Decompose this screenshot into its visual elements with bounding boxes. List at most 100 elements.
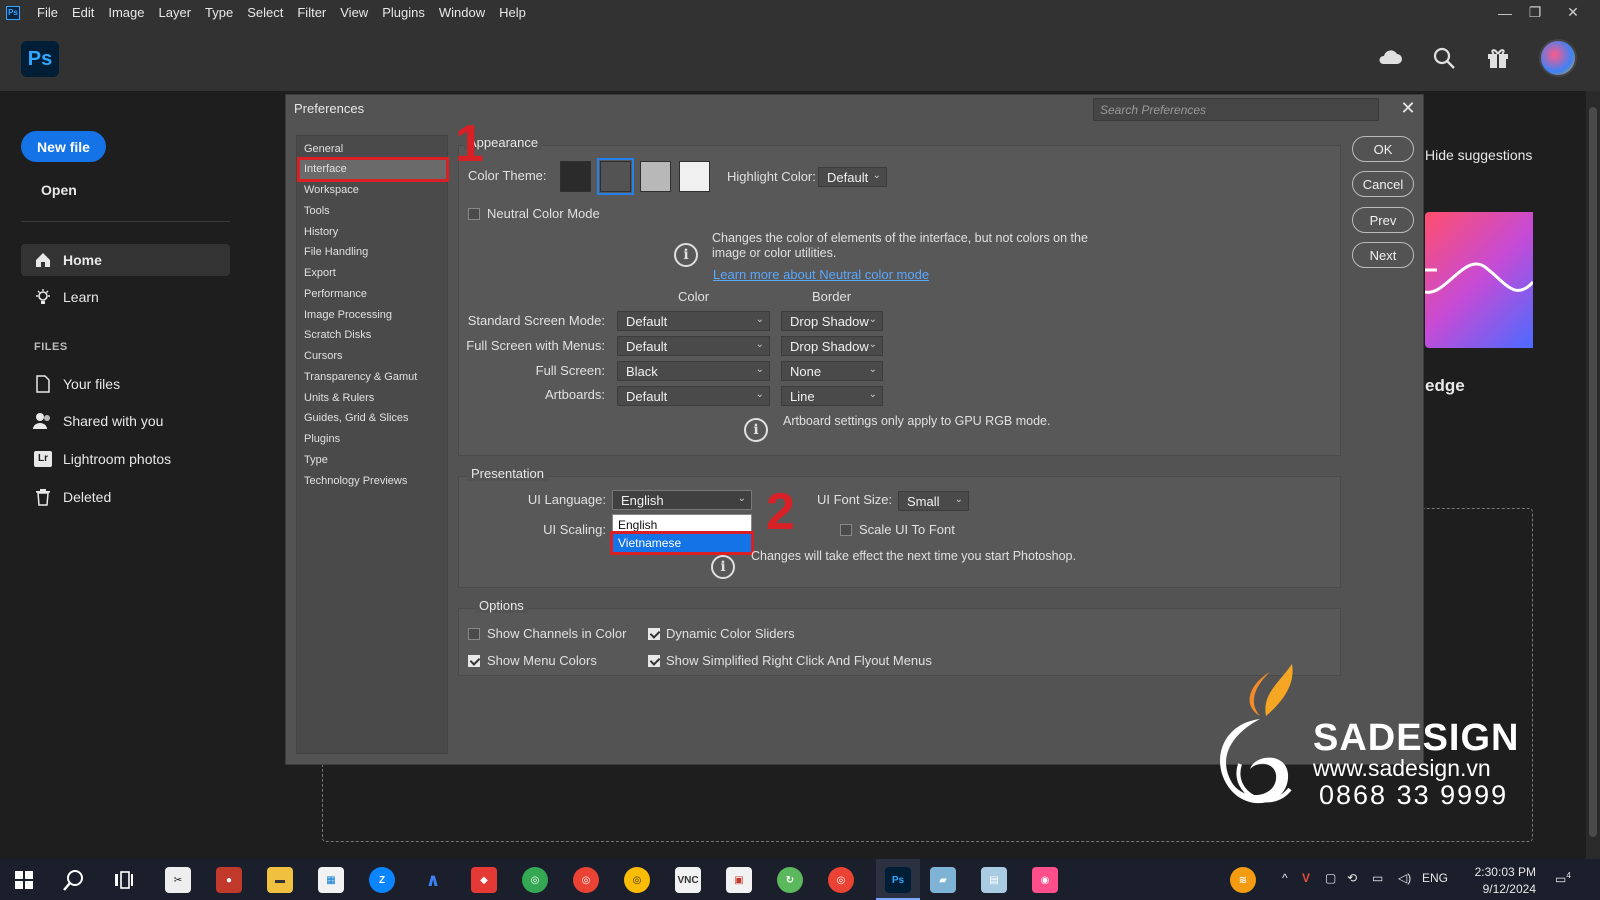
chrome-profile-1-icon[interactable]: ◎ [522, 867, 548, 893]
sidebar-item-your-files[interactable]: Your files [21, 368, 230, 400]
app-notes-icon[interactable]: ▰ [930, 867, 956, 893]
scale-ui-checkbox[interactable] [840, 524, 852, 536]
simplified-menus-checkbox[interactable] [648, 655, 660, 667]
category-transparency[interactable]: Transparency & Gamut [300, 368, 446, 387]
category-image-processing[interactable]: Image Processing [300, 306, 446, 325]
menu-help[interactable]: Help [492, 5, 533, 20]
theme-swatch-darkest[interactable] [560, 161, 591, 192]
app-capcut-icon[interactable]: ✂ [165, 867, 191, 893]
menu-filter[interactable]: Filter [290, 5, 333, 20]
chrome-profile-2-icon[interactable]: ◎ [573, 867, 599, 893]
full-screen-border-select[interactable]: None ⌄ [781, 361, 883, 381]
task-view-icon[interactable] [114, 871, 134, 889]
category-workspace[interactable]: Workspace [300, 181, 446, 200]
menu-select[interactable]: Select [240, 5, 290, 20]
ui-font-size-select[interactable]: Small ⌄ [898, 491, 969, 511]
artboards-border-select[interactable]: Line ⌄ [781, 386, 883, 406]
category-guides-grid[interactable]: Guides, Grid & Slices [300, 409, 446, 428]
dynamic-color-sliders-checkbox[interactable] [648, 628, 660, 640]
menu-view[interactable]: View [333, 5, 375, 20]
scrollbar[interactable] [1586, 91, 1600, 859]
minimize-icon[interactable]: — [1490, 0, 1520, 25]
file-explorer-icon[interactable]: ▬ [267, 867, 293, 893]
app-board-icon[interactable]: ▣ [726, 867, 752, 893]
artboards-color-select[interactable]: Default ⌄ [617, 386, 770, 406]
new-file-button[interactable]: New file [21, 131, 106, 162]
theme-swatch-light[interactable] [640, 161, 671, 192]
theme-swatch-lightest[interactable] [679, 161, 710, 192]
chrome-profile-3-icon[interactable]: ◎ [828, 867, 854, 893]
category-units-rulers[interactable]: Units & Rulers [300, 389, 446, 408]
sidebar-item-learn[interactable]: Learn [21, 281, 230, 313]
neutral-learn-more-link[interactable]: Learn more about Neutral color mode [713, 267, 929, 282]
language-option-vietnamese[interactable]: Vietnamese [610, 531, 754, 555]
menu-edit[interactable]: Edit [65, 5, 101, 20]
category-file-handling[interactable]: File Handling [300, 243, 446, 262]
tray-v-icon[interactable]: V [1302, 871, 1310, 885]
category-performance[interactable]: Performance [300, 285, 446, 304]
nordvpn-icon[interactable]: ∧ [420, 867, 446, 893]
photoshop-taskbar-icon[interactable]: Ps [885, 867, 911, 893]
category-cursors[interactable]: Cursors [300, 347, 446, 366]
standard-screen-border-select[interactable]: Drop Shadow ⌄ [781, 311, 883, 331]
sidebar-item-lightroom[interactable]: Lr Lightroom photos [21, 443, 230, 475]
avatar[interactable] [1539, 39, 1577, 77]
scrollbar-thumb[interactable] [1589, 107, 1597, 837]
app-image-viewer-icon[interactable]: ▤ [981, 867, 1007, 893]
language-option-english[interactable]: English [613, 516, 751, 534]
cloud-icon[interactable] [1377, 45, 1403, 71]
open-button[interactable]: Open [41, 182, 77, 198]
clock[interactable]: 2:30:03 PM 9/12/2024 [1466, 864, 1536, 898]
neutral-color-mode-checkbox[interactable] [468, 208, 480, 220]
store-icon[interactable]: ▦ [318, 867, 344, 893]
app-paint-icon[interactable]: ● [216, 867, 242, 893]
theme-swatch-dark[interactable] [597, 158, 634, 195]
category-export[interactable]: Export [300, 264, 446, 283]
full-screen-color-select[interactable]: Black ⌄ [617, 361, 770, 381]
category-history[interactable]: History [300, 223, 446, 242]
menu-plugins[interactable]: Plugins [375, 5, 432, 20]
anydesk-icon[interactable]: ◆ [471, 867, 497, 893]
sidebar-item-shared[interactable]: Shared with you [21, 405, 230, 437]
menu-type[interactable]: Type [198, 5, 240, 20]
tray-camera-icon[interactable]: ▢ [1325, 871, 1336, 885]
tray-sync-icon[interactable]: ⟲ [1347, 871, 1357, 885]
category-scratch-disks[interactable]: Scratch Disks [300, 326, 446, 345]
category-tools[interactable]: Tools [300, 202, 446, 221]
taskbar-search-icon[interactable] [63, 869, 85, 891]
category-type[interactable]: Type [300, 451, 446, 470]
creative-cloud-icon[interactable]: ◉ [1032, 867, 1058, 893]
search-preferences-input[interactable]: Search Preferences [1093, 98, 1379, 121]
gift-icon[interactable] [1485, 45, 1511, 71]
standard-screen-color-select[interactable]: Default ⌄ [617, 311, 770, 331]
chrome-icon[interactable]: ◎ [624, 867, 650, 893]
full-screen-menus-color-select[interactable]: Default ⌄ [617, 336, 770, 356]
notification-icon[interactable]: ▭4 [1555, 871, 1571, 886]
restore-icon[interactable]: ❐ [1520, 0, 1550, 25]
category-plugins[interactable]: Plugins [300, 430, 446, 449]
network-icon[interactable]: ▭ [1372, 871, 1383, 885]
zalo-icon[interactable]: Z [369, 867, 395, 893]
app-green-icon[interactable]: ↻ [777, 867, 803, 893]
tray-app-icon[interactable]: ≋ [1230, 867, 1256, 893]
highlight-color-select[interactable]: Default ⌄ [818, 167, 887, 187]
category-interface[interactable]: Interface [297, 157, 449, 182]
next-button[interactable]: Next [1352, 242, 1414, 268]
sidebar-item-deleted[interactable]: Deleted [21, 481, 230, 513]
windows-start-icon[interactable] [15, 871, 33, 889]
menu-image[interactable]: Image [101, 5, 151, 20]
volume-icon[interactable]: ◁) [1398, 871, 1411, 885]
suggestion-thumbnail[interactable] [1424, 212, 1535, 348]
cancel-button[interactable]: Cancel [1352, 171, 1414, 197]
category-technology-previews[interactable]: Technology Previews [300, 472, 446, 491]
ui-language-select[interactable]: English ⌄ [612, 490, 752, 510]
vnc-icon[interactable]: VNC [675, 867, 701, 893]
show-channels-color-checkbox[interactable] [468, 628, 480, 640]
prev-button[interactable]: Prev [1352, 207, 1414, 233]
menu-window[interactable]: Window [432, 5, 492, 20]
hide-suggestions-link[interactable]: Hide suggestions [1425, 147, 1532, 163]
show-menu-colors-checkbox[interactable] [468, 655, 480, 667]
menu-layer[interactable]: Layer [152, 5, 199, 20]
category-general[interactable]: General [300, 140, 446, 159]
search-icon[interactable] [1431, 45, 1457, 71]
